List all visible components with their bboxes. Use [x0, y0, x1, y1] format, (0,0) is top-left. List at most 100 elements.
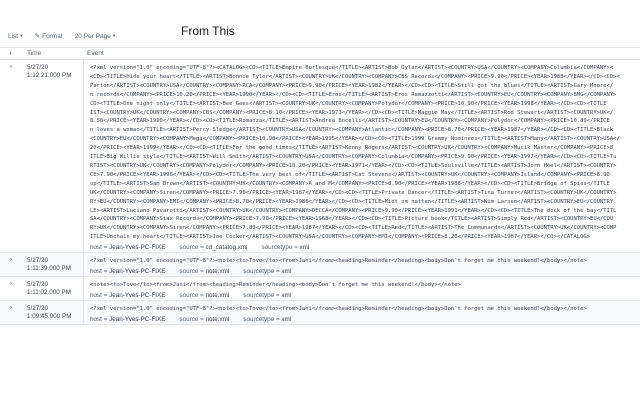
table-row: › 5/27/20 1:11:39.000 PM <?xml version="1.0…: [0, 253, 640, 278]
field-host[interactable]: host = Jean-Yves-PC-FIXE: [90, 243, 165, 252]
event-cell: <?xml version="1.0" encoding="UTF-8"?><n…: [84, 301, 640, 324]
table-row: › 5/27/20 1:09:45.000 PM <?xml version="1.0…: [0, 300, 640, 325]
field-source[interactable]: source = cd_catalog.xml: [179, 243, 247, 252]
field-key: sourcetype =: [243, 315, 282, 323]
event-fields: host = Jean-Yves-PC-FIXE source = note.xm…: [90, 315, 640, 324]
field-source[interactable]: source = note.xml: [179, 291, 229, 300]
field-value[interactable]: note.xml: [206, 292, 230, 299]
field-key: source =: [179, 244, 206, 252]
field-key: sourcetype =: [243, 268, 282, 276]
field-value[interactable]: Jean-Yves-PC-FIXE: [109, 316, 165, 323]
field-host[interactable]: host = Jean-Yves-PC-FIXE: [90, 291, 165, 300]
per-page-dropdown[interactable]: 20 Per Page ▾: [75, 33, 116, 40]
field-key: sourcetype =: [261, 244, 300, 252]
raw-line: n records</COMPANY><PRICE>10.20</PRICE><…: [90, 91, 617, 98]
raw-line: IST><COUNTRY>UK</COUNTRY><COMPANY>CBS</C…: [90, 109, 614, 116]
raw-line: <?xml version="1.0" encoding="UTF-8"?><n…: [90, 305, 587, 312]
expand-row-chevron-icon[interactable]: ›: [0, 301, 24, 324]
field-host[interactable]: host = Jean-Yves-PC-FIXE: [90, 315, 165, 324]
event-date: 5/27/20: [27, 304, 49, 312]
per-page-label: 20 Per Page: [74, 32, 111, 40]
field-value[interactable]: note.xml: [206, 316, 230, 323]
event-raw-text: <?xml version="1.0" encoding="UTF-8"?><n…: [90, 257, 640, 266]
field-value[interactable]: xml: [281, 316, 291, 323]
col-header-info[interactable]: i: [0, 50, 24, 57]
field-value[interactable]: note.xml: [206, 268, 230, 275]
event-date: 5/27/20: [27, 281, 49, 289]
table-body: › 5/27/20 1:12:21.000 PM <?xml version="1.0…: [0, 60, 640, 325]
event-time-cell: 5/27/20 1:09:45.000 PM: [24, 300, 84, 324]
raw-line: Parton</ARTIST><COUNTRY>USA</COUNTRY><CO…: [90, 82, 614, 89]
raw-line: RTIST><COUNTRY>UK</COUNTRY><COMPANY>Poly…: [90, 162, 617, 169]
format-button[interactable]: ✎ Format: [34, 32, 63, 41]
pencil-icon: ✎: [34, 33, 41, 40]
event-cell: <?xml version="1.0" encoding="UTF-8"?><C…: [84, 60, 640, 252]
field-key: source =: [179, 268, 206, 276]
table-row: › 5/27/20 1:11:02.000 PM <note><to>Tove</to…: [0, 277, 640, 301]
field-value[interactable]: cd_catalog.xml: [206, 244, 248, 251]
field-sourcetype[interactable]: sourcetype = xml: [243, 267, 291, 276]
raw-line: <CD><TITLE>Hide your heart</TITLE><ARTIS…: [90, 73, 620, 80]
event-time: 1:11:02.000 PM: [27, 289, 71, 297]
expand-row-chevron-icon[interactable]: ›: [0, 60, 24, 252]
col-header-time[interactable]: Time: [24, 50, 84, 57]
event-time-cell: 5/27/20 1:12:21.000 PM: [24, 60, 84, 253]
field-value[interactable]: Jean-Yves-PC-FIXE: [109, 268, 165, 275]
field-key: host =: [90, 268, 110, 276]
field-value[interactable]: xml: [281, 268, 291, 275]
raw-line: <?xml version="1.0" encoding="UTF-8"?><C…: [90, 65, 614, 71]
field-value[interactable]: Jean-Yves-PC-FIXE: [109, 292, 165, 299]
field-key: host =: [90, 291, 110, 299]
format-label: Format: [42, 32, 63, 40]
raw-line: <COUNTRY>EU</COUNTRY><COMPANY>Mega</COMP…: [90, 136, 620, 143]
chevron-down-icon: ▾: [20, 33, 23, 39]
event-raw-text: <note><to>Tove</to><from>Jani</from><hea…: [90, 281, 640, 290]
field-value[interactable]: xml: [281, 292, 291, 299]
expand-row-chevron-icon[interactable]: ›: [0, 253, 24, 276]
raw-line: n loves a woman</TITLE><ARTIST>Percy Sle…: [90, 127, 614, 134]
field-sourcetype[interactable]: sourcetype = xml: [243, 315, 291, 324]
field-source[interactable]: source = note.xml: [179, 315, 229, 324]
raw-line: UK</COUNTRY><COMPANY>Siren</COMPANY><PRI…: [90, 189, 617, 196]
event-time-cell: 5/27/20 1:11:02.000 PM: [24, 277, 84, 300]
field-host[interactable]: host = Jean-Yves-PC-FIXE: [90, 267, 165, 276]
event-fields: host = Jean-Yves-PC-FIXE source = cd_cata…: [90, 243, 640, 252]
raw-line: SA</COUNTRY><COMPANY>Stax Records</COMPA…: [90, 216, 614, 223]
event-time: 1:09:45.000 PM: [27, 312, 72, 320]
col-header-event[interactable]: Event: [84, 50, 640, 57]
raw-line: 8.50</PRICE><YEAR>1990</YEAR></CD><CD><T…: [90, 118, 610, 125]
overlay-title: From This: [181, 24, 235, 38]
results-toolbar: List ▾ ✎ Format 20 Per Page ▾: [0, 28, 640, 44]
event-date: 5/27/20: [27, 64, 49, 71]
raw-line: op</TITLE><ARTIST>Sam Brown</ARTIST><COU…: [90, 180, 610, 187]
raw-line: 20</PRICE><YEAR>1999</YEAR></CD><CD><TIT…: [90, 145, 614, 152]
raw-line: <?xml version="1.0" encoding="UTF-8"?><n…: [90, 258, 587, 265]
event-fields: host = Jean-Yves-PC-FIXE source = note.xm…: [90, 291, 640, 300]
expand-row-chevron-icon[interactable]: ›: [0, 277, 24, 300]
event-time: 1:11:39.000 PM: [27, 265, 71, 273]
table-header: i Time Event: [0, 47, 640, 60]
event-raw-text: <?xml version="1.0" encoding="UTF-8"?><C…: [90, 64, 640, 242]
chevron-down-icon: ▾: [112, 33, 116, 39]
raw-line: CE>7.90</PRICE><YEAR>1996</YEAR></CD><CD…: [90, 171, 610, 178]
field-value[interactable]: xml: [300, 244, 310, 251]
raw-line: RY>UK</COUNTRY><COMPANY>Siren</COMPANY><…: [90, 225, 617, 232]
field-source[interactable]: source = note.xml: [179, 267, 229, 276]
raw-line: LE><ARTIST>Luciano Pavarotti</ARTIST><CO…: [90, 207, 617, 214]
events-table: i Time Event › 5/27/20 1:12:21.000 PM <?xml…: [0, 47, 640, 325]
field-key: sourcetype =: [243, 291, 282, 299]
field-sourcetype[interactable]: sourcetype = xml: [262, 243, 310, 252]
raw-line: CD><TITLE>One night only</TITLE><ARTIST>…: [90, 100, 607, 107]
event-date: 5/27/20: [27, 257, 49, 265]
event-cell: <?xml version="1.0" encoding="UTF-8"?><n…: [84, 253, 640, 276]
raw-line: RY>EU</COUNTRY><COMPANY>EMI</COMPANY><PR…: [90, 198, 614, 205]
list-view-dropdown[interactable]: List ▾: [8, 33, 23, 40]
field-sourcetype[interactable]: sourcetype = xml: [243, 291, 291, 300]
event-cell: <note><to>Tove</to><from>Jani</from><hea…: [84, 277, 640, 300]
field-key: host =: [90, 244, 110, 252]
field-key: source =: [179, 291, 206, 299]
event-raw-text: <?xml version="1.0" encoding="UTF-8"?><n…: [90, 305, 640, 314]
raw-line: ITLE>Big Willie style</TITLE><ARTIST>Wil…: [90, 154, 617, 161]
raw-line: ITLE>Unchain my heart</TITLE><ARTIST>Joe…: [90, 234, 591, 241]
field-value[interactable]: Jean-Yves-PC-FIXE: [109, 244, 165, 251]
